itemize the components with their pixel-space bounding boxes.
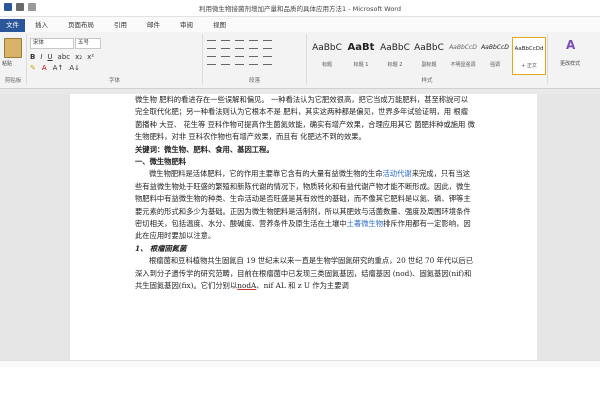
heading-rhizobium: 1、 根瘤固氮菌 xyxy=(135,243,187,253)
paragraph-rhizobium: 根瘤菌和豆科植物共生固氮自 19 世纪末以来一直是生物学固氮研究的重点，20 世… xyxy=(135,255,475,292)
change-styles-label[interactable]: 更改样式 xyxy=(560,60,580,67)
style-name: 强调 xyxy=(489,62,500,68)
paste-label[interactable]: 粘贴 xyxy=(2,60,12,67)
status-bar xyxy=(0,360,600,367)
increase-indent-icon[interactable] xyxy=(263,40,272,49)
grow-font-icon[interactable]: A↑ xyxy=(53,64,64,72)
underlined-term: nodA xyxy=(237,281,257,291)
align-center-icon[interactable] xyxy=(221,56,230,65)
style-heading-2[interactable]: AaBbC 标题 2 xyxy=(379,37,411,73)
title-bar: 利用微生物接菌剂增加产量和品质的具体应用方法1 - Microsoft Word xyxy=(0,0,600,17)
style-sample: AaBbC xyxy=(414,43,444,53)
text-run: 、nif AL 和 z U 作为主要调 xyxy=(256,281,349,291)
clipboard-group-label: 剪贴板 xyxy=(4,78,22,84)
multilevel-icon[interactable] xyxy=(235,40,244,49)
tab-references[interactable]: 引用 xyxy=(104,19,137,32)
style-name: 标题 xyxy=(321,62,332,68)
change-styles-group: A 更改样式 xyxy=(556,34,600,84)
justify-icon[interactable] xyxy=(249,56,258,65)
decrease-indent-icon[interactable] xyxy=(249,40,258,49)
left-margin-area xyxy=(0,94,70,360)
right-margin-area xyxy=(537,94,600,360)
superscript-icon[interactable]: x² xyxy=(87,53,94,61)
font-group: 宋体 五号 B I U abc x₂ x² ✎ A A↑ A↓ 字体 xyxy=(27,34,203,84)
paragraph-group: 段落 xyxy=(203,34,307,84)
subscript-icon[interactable]: x₂ xyxy=(75,53,82,61)
link-metabolism[interactable]: 活动代谢 xyxy=(383,169,412,178)
style-subtle-emphasis[interactable]: AaBbCcD 不明显强调 xyxy=(447,37,479,73)
paragraph-microbial-fertilizer: 微生物肥料是活体肥料，它的作用主要靠它含有的大量有益微生物的生命活动代谢来完成，… xyxy=(135,168,475,242)
style-sample: AaBbCcDd xyxy=(514,46,544,52)
tab-insert[interactable]: 插入 xyxy=(25,19,58,32)
ribbon: 粘贴 剪贴板 宋体 五号 B I U abc x₂ x² ✎ A A↑ A↓ 字… xyxy=(0,32,600,89)
ribbon-tabs: 文件 插入 页面布局 引用 邮件 审阅 视图 xyxy=(0,17,600,33)
style-name: 标题 2 xyxy=(387,62,403,68)
align-left-icon[interactable] xyxy=(207,56,216,65)
style-sample: AaBt xyxy=(347,42,375,53)
bold-icon[interactable]: B xyxy=(30,53,35,61)
clipboard-group: 粘贴 剪贴板 xyxy=(0,34,27,84)
line-spacing-icon[interactable] xyxy=(263,56,272,65)
style-subtitle[interactable]: AaBbC 副标题 xyxy=(413,37,445,73)
font-name-select[interactable]: 宋体 xyxy=(30,38,74,49)
align-right-icon[interactable] xyxy=(235,56,244,65)
document-body[interactable]: 微生物 肥料的看进存在一些误解和偏见。 一种看法认为它肥效很高，把它当成万能肥料… xyxy=(135,94,475,293)
paragraph-group-label: 段落 xyxy=(248,78,260,84)
italic-icon[interactable]: I xyxy=(40,53,42,61)
style-sample: AaBbC xyxy=(380,43,410,53)
shrink-font-icon[interactable]: A↓ xyxy=(69,64,80,72)
styles-group: AaBbC 标题 AaBt 标题 1 AaBbC 标题 2 AaBbC 副标题 … xyxy=(307,34,548,84)
style-sample: AaBbC xyxy=(312,43,342,53)
text-run: 微生物肥料是活体肥料，它的作用主要靠它含有的大量有益微生物的生命 xyxy=(149,169,383,179)
strikethrough-icon[interactable]: abc xyxy=(58,53,71,61)
style-name: 标题 1 xyxy=(353,62,369,68)
heading-microbial-fertilizer: 一、微生物肥料 xyxy=(135,157,187,167)
format-row-2: ✎ A A↑ A↓ xyxy=(30,64,80,72)
tab-page-layout[interactable]: 页面布局 xyxy=(58,19,104,32)
keywords-line: 关键词：微生物、肥料、食用、基因工程。 xyxy=(135,144,274,154)
paste-icon[interactable] xyxy=(4,38,22,58)
style-sample: AaBbCcD xyxy=(481,44,509,51)
tab-file[interactable]: 文件 xyxy=(0,19,25,32)
paragraph-intro: 微生物 肥料的看进存在一些误解和偏见。 一种看法认为它肥效很高，把它当成万能肥料… xyxy=(135,95,475,142)
link-native-microbes[interactable]: 土著微生物 xyxy=(347,219,383,228)
style-title[interactable]: AaBbC 标题 xyxy=(311,37,343,73)
underline-icon[interactable]: U xyxy=(47,53,52,61)
font-color-icon[interactable]: A xyxy=(42,64,47,72)
tab-mailings[interactable]: 邮件 xyxy=(137,19,170,32)
font-size-select[interactable]: 五号 xyxy=(75,38,101,49)
style-heading-1[interactable]: AaBt 标题 1 xyxy=(345,37,377,73)
font-group-label: 字体 xyxy=(108,78,120,84)
change-styles-icon[interactable]: A xyxy=(566,38,575,52)
style-name: + 正文 xyxy=(521,63,537,69)
style-name: 副标题 xyxy=(421,62,437,68)
styles-group-label: 样式 xyxy=(421,78,433,84)
style-sample: AaBbCcD xyxy=(449,44,477,51)
highlight-icon[interactable]: ✎ xyxy=(30,64,36,72)
style-normal[interactable]: AaBbCcDd + 正文 xyxy=(512,37,546,75)
bullets-icon[interactable] xyxy=(207,40,216,49)
tab-review[interactable]: 审阅 xyxy=(170,19,203,32)
window-title: 利用微生物接菌剂增加产量和品质的具体应用方法1 - Microsoft Word xyxy=(199,5,401,13)
paragraph-row-2 xyxy=(207,56,272,65)
style-emphasis[interactable]: AaBbCcD 强调 xyxy=(479,37,511,73)
tab-view[interactable]: 视图 xyxy=(203,19,236,32)
paragraph-row-1 xyxy=(207,40,272,49)
numbering-icon[interactable] xyxy=(221,40,230,49)
document-page[interactable]: 微生物 肥料的看进存在一些误解和偏见。 一种看法认为它肥效很高，把它当成万能肥料… xyxy=(70,94,537,360)
format-row: B I U abc x₂ x² xyxy=(30,53,94,61)
style-name: 不明显强调 xyxy=(450,62,476,68)
